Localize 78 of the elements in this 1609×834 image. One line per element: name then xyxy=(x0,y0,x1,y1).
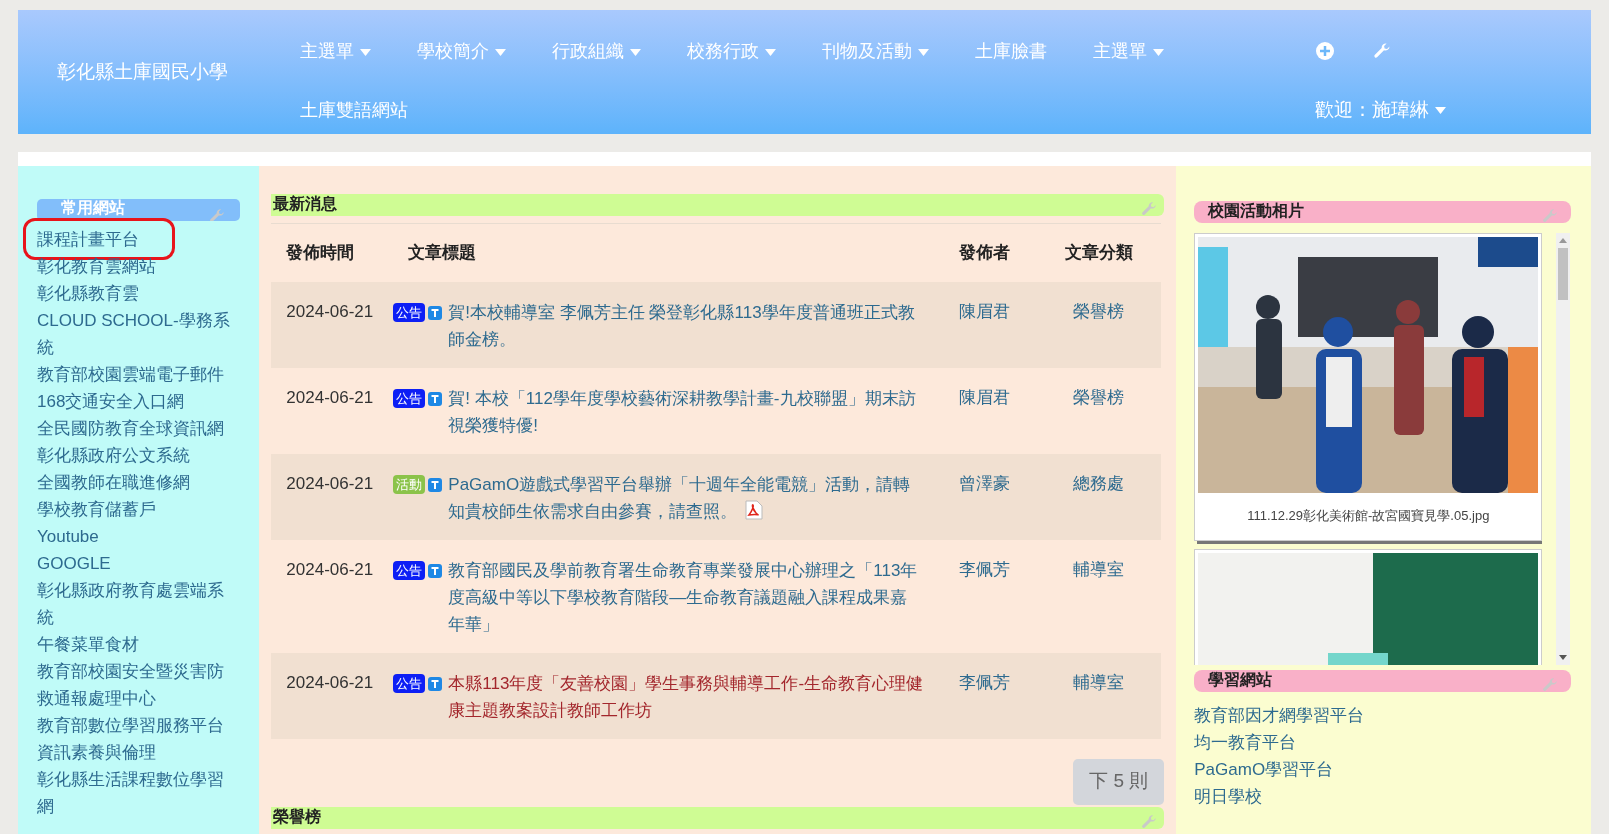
learning-link[interactable]: PaGamO學習平台 xyxy=(1194,756,1571,783)
article-link[interactable]: 賀! 本校「112學年度學校藝術深耕教學計畫-九校聯盟」期末訪視榮獲特優! xyxy=(448,384,924,439)
tag-badge: 公告 xyxy=(393,560,426,580)
sidebar-link[interactable]: CLOUD SCHOOL-學務系統 xyxy=(37,307,241,361)
wrench-icon[interactable] xyxy=(208,207,227,221)
sidebar-link[interactable]: 教育部數位學習服務平台 xyxy=(37,712,241,739)
sidebar-link[interactable]: GOOGLE xyxy=(37,550,241,577)
section-title: 榮譽榜 xyxy=(273,806,322,827)
sidebar-link[interactable]: Youtube xyxy=(37,523,241,550)
category-cell: 輔導室 xyxy=(1073,672,1125,692)
scrollbar[interactable] xyxy=(1556,233,1571,665)
wrench-icon[interactable] xyxy=(1140,200,1159,218)
author-cell: 陳眉君 xyxy=(959,387,1011,407)
column-header: 文章標題 xyxy=(408,243,477,262)
column-header: 發佈時間 xyxy=(286,243,355,262)
section-title: 校園活動相片 xyxy=(1208,201,1305,221)
sidebar-link[interactable]: 教育部校園雲端電子郵件 xyxy=(37,361,241,388)
wrench-icon[interactable] xyxy=(1140,812,1159,831)
caret-icon xyxy=(495,48,506,56)
tag-badge: 公告 xyxy=(393,673,426,693)
wrench-icon[interactable] xyxy=(1541,676,1559,694)
learning-link[interactable]: 明日學校 xyxy=(1194,783,1571,810)
wrench-icon[interactable] xyxy=(1372,41,1392,61)
scroll-down-icon[interactable] xyxy=(1559,655,1568,660)
sidebar-link[interactable]: 全民國防教育全球資訊網 xyxy=(37,415,241,442)
sidebar-link[interactable]: 課程計畫平台 xyxy=(37,226,241,253)
scroll-thumb[interactable] xyxy=(1558,248,1569,300)
author-cell: 陳眉君 xyxy=(959,301,1011,321)
date-cell: 2024-06-21 xyxy=(286,301,374,321)
sidebar-link[interactable]: 資訊素養與倫理 xyxy=(37,739,241,766)
next-page-button[interactable]: 下 5 則 xyxy=(1073,758,1165,805)
add-icon[interactable] xyxy=(1315,41,1335,61)
sidebar-link[interactable]: 彰化縣政府教育處雲端系統 xyxy=(37,577,241,631)
date-cell: 2024-06-21 xyxy=(286,387,374,407)
date-cell: 2024-06-21 xyxy=(286,672,374,692)
caret-icon xyxy=(918,48,929,56)
caret-icon xyxy=(765,48,776,56)
sidebar-link[interactable]: 學校教育儲蓄戶 xyxy=(37,496,241,523)
sidebar-link[interactable]: 彰化縣教育雲 xyxy=(37,280,241,307)
article-link[interactable]: PaGamO遊戲式學習平台舉辦「十週年全能電競」活動，請轉知貴校師生依需求自由參賽，請查照。 xyxy=(448,470,924,525)
section-title: 常用網站 xyxy=(61,199,125,218)
sidebar-link[interactable]: 彰化縣生活課程數位學習網 xyxy=(37,766,241,820)
learning-link[interactable]: 教育部因才網學習平台 xyxy=(1194,702,1571,729)
author-cell: 李佩芳 xyxy=(959,559,1011,579)
sidebar-link[interactable]: 168交通安全入口網 xyxy=(37,388,241,415)
tag-badge: 活動 xyxy=(393,474,426,494)
sidebar-link[interactable]: 午餐菜單食材 xyxy=(37,631,241,658)
photo-caption: 111.12.29彰化美術館-故宮國寶見學.05.jpg xyxy=(1247,508,1490,523)
scroll-up-icon[interactable] xyxy=(1559,238,1568,243)
article-link[interactable]: 教育部國民及學前教育署生命教育專業發展中心辦理之「113年度高級中等以下學校教育階段—生命教育議題融入課程成果嘉年華」 xyxy=(448,556,924,638)
caret-icon xyxy=(1153,48,1164,56)
column-header: 發佈者 xyxy=(959,243,1011,262)
date-cell: 2024-06-21 xyxy=(286,473,374,493)
author-cell: 曾澤豪 xyxy=(959,473,1011,493)
tag-badge: 公告 xyxy=(393,302,426,322)
sidebar-link[interactable]: 教育部校園安全暨災害防救通報處理中心 xyxy=(37,658,241,712)
category-cell: 輔導室 xyxy=(1073,559,1125,579)
caret-icon xyxy=(630,48,641,56)
photo-card[interactable]: 111.12.29彰化美術館-故宮國寶見學.05.jpg xyxy=(1194,233,1543,541)
author-cell: 李佩芳 xyxy=(959,672,1011,692)
section-title: 學習網站 xyxy=(1208,670,1273,690)
article-link[interactable]: 賀!本校輔導室 李佩芳主任 榮登彰化縣113學年度普通班正式教師金榜。 xyxy=(448,298,924,353)
pdf-icon[interactable] xyxy=(745,499,764,520)
sidebar-link[interactable]: 彰化教育雲網站 xyxy=(37,253,241,280)
column-header: 文章分類 xyxy=(1064,243,1133,262)
sidebar-link[interactable]: 彰化縣政府公文系統 xyxy=(37,442,241,469)
wrench-icon[interactable] xyxy=(1541,207,1559,225)
section-title: 最新消息 xyxy=(273,194,338,214)
caret-icon xyxy=(360,48,371,56)
category-cell: 總務處 xyxy=(1073,473,1125,493)
tag-badge: 公告 xyxy=(393,388,426,408)
category-cell: 榮譽榜 xyxy=(1073,301,1125,321)
category-cell: 榮譽榜 xyxy=(1073,387,1125,407)
date-cell: 2024-06-21 xyxy=(286,559,374,579)
caret-icon xyxy=(1435,107,1446,115)
sidebar-link[interactable]: 全國教師在職進修網 xyxy=(37,469,241,496)
learning-link[interactable]: 均一教育平台 xyxy=(1194,729,1571,756)
article-link[interactable]: 本縣113年度「友善校園」學生事務與輔導工作-生命教育心理健康主題教案設計教師工作坊 xyxy=(448,669,924,724)
